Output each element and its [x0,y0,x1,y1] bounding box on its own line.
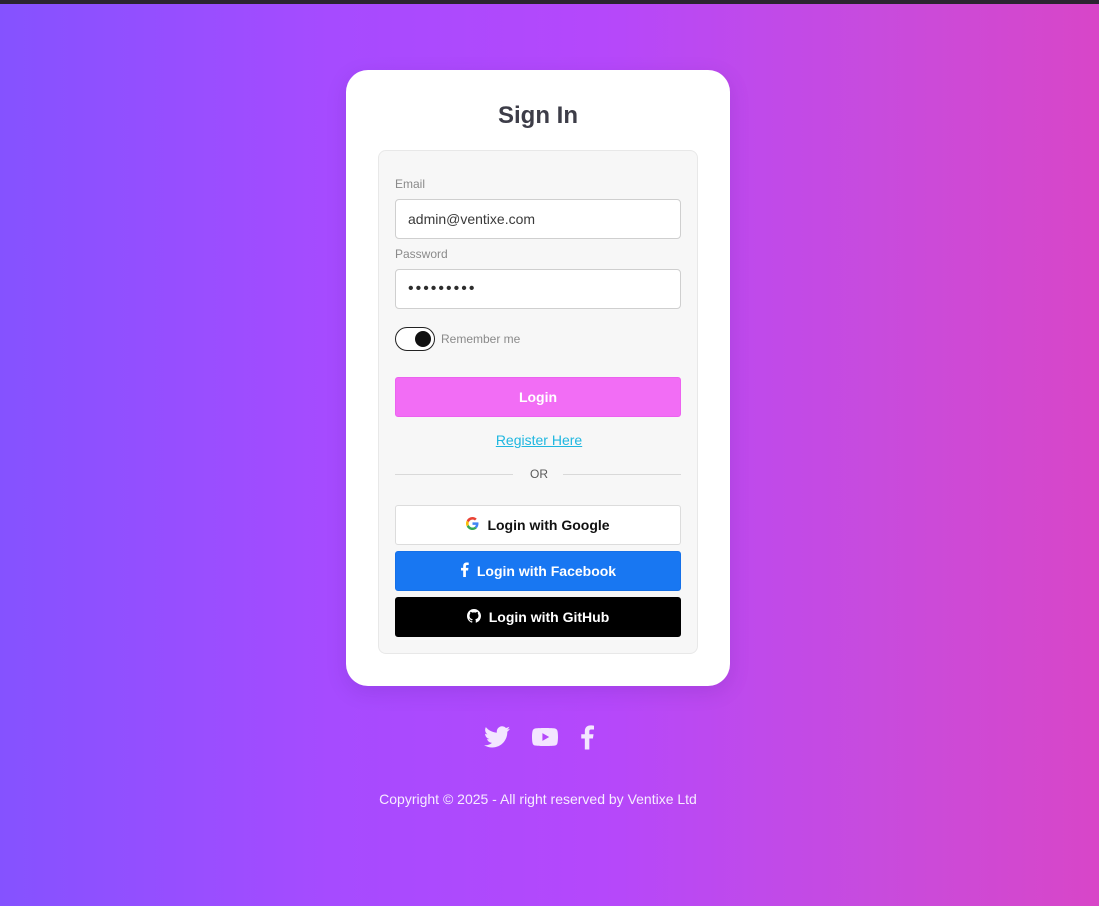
toggle-knob [415,331,431,347]
password-field[interactable]: ••••••••• [395,269,681,309]
github-icon [466,608,481,626]
copyright-text: Copyright © 2025 - All right reserved by… [379,791,697,807]
top-edge-bar [0,0,1099,4]
login-button[interactable]: Login [395,377,681,417]
login-with-google-button[interactable]: Login with Google [395,505,681,545]
login-with-github-button[interactable]: Login with GitHub [395,597,681,637]
facebook-icon[interactable] [580,724,594,755]
twitter-icon[interactable] [484,725,510,753]
remember-me-label: Remember me [441,332,521,346]
remember-me-toggle[interactable] [395,327,435,351]
github-button-label: Login with GitHub [488,609,610,625]
youtube-icon[interactable] [532,727,558,752]
password-label: Password [395,247,448,261]
google-button-label: Login with Google [487,517,610,533]
sign-in-card: Sign In Email admin@ventixe.com Password… [346,70,730,686]
register-link[interactable]: Register Here [379,432,699,448]
footer-social-links [484,724,594,755]
google-icon [466,517,479,533]
facebook-button-label: Login with Facebook [476,563,617,579]
divider-or-label: OR [530,467,548,481]
sign-in-form: Email admin@ventixe.com Password •••••••… [378,150,698,654]
email-label: Email [395,177,426,191]
login-with-facebook-button[interactable]: Login with Facebook [395,551,681,591]
email-field[interactable]: admin@ventixe.com [395,199,681,239]
page-title: Sign In [498,102,578,129]
facebook-icon [460,562,469,580]
